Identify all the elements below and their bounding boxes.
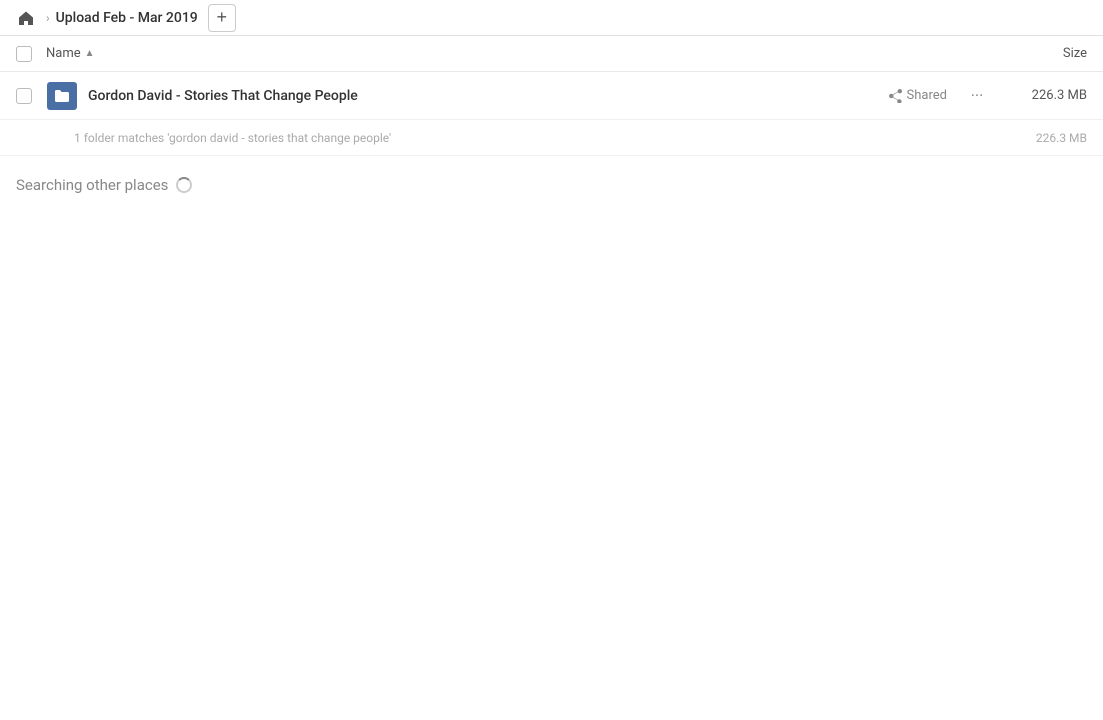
searching-label: Searching other places — [16, 176, 168, 194]
match-size: 226.3 MB — [1007, 131, 1087, 145]
shared-badge: Shared — [888, 88, 947, 103]
row-checkbox[interactable] — [16, 88, 32, 104]
column-header-row: Name ▲ Size — [0, 36, 1103, 72]
add-button[interactable]: + — [208, 4, 236, 32]
sort-arrow-icon: ▲ — [85, 48, 95, 59]
size-column-header[interactable]: Size — [987, 46, 1087, 61]
name-column-header[interactable]: Name ▲ — [46, 46, 987, 61]
row-checkbox-cell — [16, 88, 46, 104]
breadcrumb-title[interactable]: Upload Feb - Mar 2019 — [56, 10, 198, 26]
breadcrumb-chevron: › — [46, 11, 50, 25]
loading-spinner — [176, 177, 192, 193]
file-size: 226.3 MB — [1007, 88, 1087, 103]
file-row[interactable]: Gordon David - Stories That Change Peopl… — [0, 72, 1103, 120]
header-checkbox-cell — [16, 46, 46, 62]
topbar: › Upload Feb - Mar 2019 + — [0, 0, 1103, 36]
more-options-button[interactable]: ··· — [963, 82, 991, 110]
home-button[interactable] — [12, 4, 40, 32]
folder-icon — [46, 80, 78, 112]
file-name[interactable]: Gordon David - Stories That Change Peopl… — [88, 88, 888, 104]
select-all-checkbox[interactable] — [16, 46, 32, 62]
match-info-row: 1 folder matches 'gordon david - stories… — [0, 120, 1103, 156]
searching-row: Searching other places — [0, 156, 1103, 194]
match-text: 1 folder matches 'gordon david - stories… — [74, 131, 1007, 145]
